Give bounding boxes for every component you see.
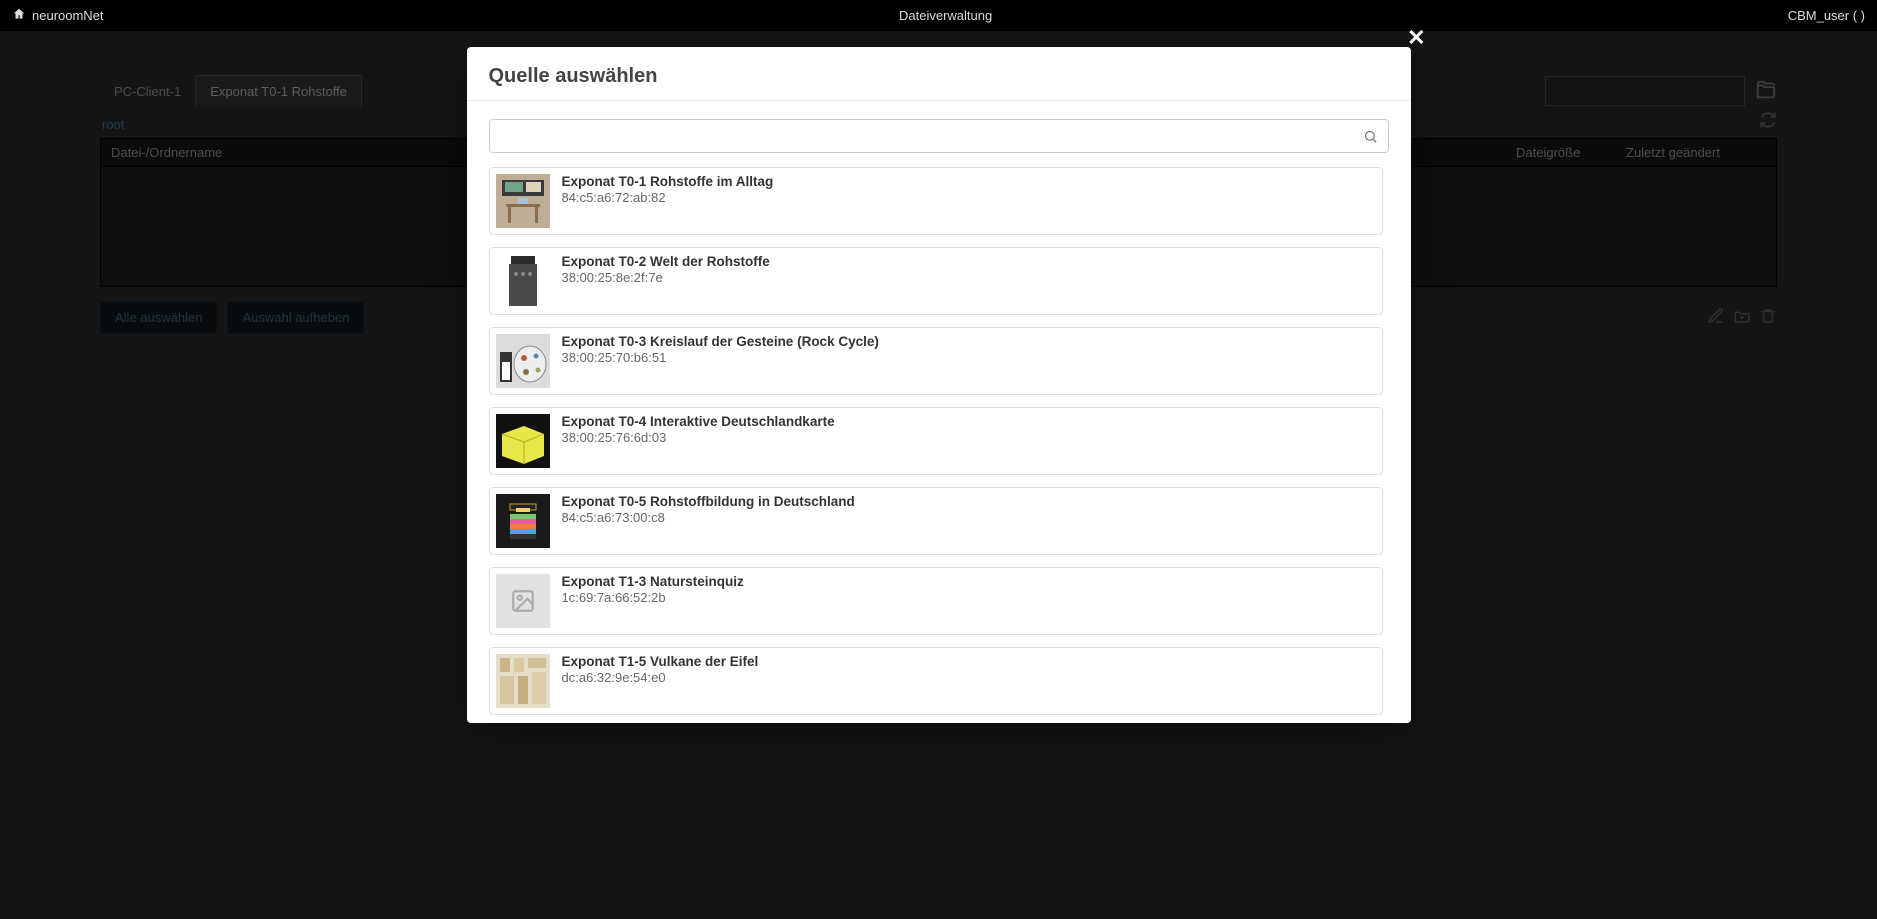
source-item-title: Exponat T0-2 Welt der Rohstoffe: [562, 254, 770, 269]
source-list[interactable]: Exponat T0-1 Rohstoffe im Alltag84:c5:a6…: [489, 167, 1389, 723]
user-label[interactable]: CBM_user ( ): [1788, 8, 1865, 23]
thumbnail-icon: [496, 254, 550, 308]
source-item-mac: 1c:69:7a:66:52:2b: [562, 590, 744, 605]
source-item[interactable]: Exponat T1-5 Vulkane der Eifeldc:a6:32:9…: [489, 647, 1383, 715]
source-item-title: Exponat T1-5 Vulkane der Eifel: [562, 654, 759, 669]
page-title: Dateiverwaltung: [104, 8, 1788, 23]
source-item-title: Exponat T0-4 Interaktive Deutschlandkart…: [562, 414, 835, 429]
source-item-title: Exponat T0-1 Rohstoffe im Alltag: [562, 174, 774, 189]
image-placeholder-icon: [496, 574, 550, 628]
modal-title: Quelle auswählen: [467, 47, 1411, 101]
close-icon[interactable]: ✕: [1407, 27, 1425, 49]
thumbnail-icon: [496, 414, 550, 468]
brand-label[interactable]: neuroomNet: [32, 8, 104, 23]
thumbnail-icon: [496, 174, 550, 228]
source-item[interactable]: Exponat T0-5 Rohstoffbildung in Deutschl…: [489, 487, 1383, 555]
modal-search-wrap: [489, 119, 1389, 153]
source-item-mac: 38:00:25:76:6d:03: [562, 430, 835, 445]
source-item-title: Exponat T1-3 Natursteinquiz: [562, 574, 744, 589]
modal-search-input[interactable]: [490, 120, 1354, 152]
source-item[interactable]: Exponat T1-3 Natursteinquiz1c:69:7a:66:5…: [489, 567, 1383, 635]
thumbnail-icon: [496, 334, 550, 388]
source-item[interactable]: Exponat T0-3 Kreislauf der Gesteine (Roc…: [489, 327, 1383, 395]
source-item-title: Exponat T0-5 Rohstoffbildung in Deutschl…: [562, 494, 855, 509]
thumbnail-icon: [496, 654, 550, 708]
search-icon[interactable]: [1354, 120, 1388, 152]
source-item[interactable]: Exponat T0-2 Welt der Rohstoffe38:00:25:…: [489, 247, 1383, 315]
source-item-mac: 38:00:25:70:b6:51: [562, 350, 879, 365]
source-item-mac: 84:c5:a6:72:ab:82: [562, 190, 774, 205]
top-bar: neuroomNet Dateiverwaltung CBM_user ( ): [0, 0, 1877, 31]
thumbnail-icon: [496, 494, 550, 548]
source-item-title: Exponat T0-3 Kreislauf der Gesteine (Roc…: [562, 334, 879, 349]
source-item-mac: dc:a6:32:9e:54:e0: [562, 670, 759, 685]
source-item-mac: 84:c5:a6:73:00:c8: [562, 510, 855, 525]
source-item[interactable]: Exponat T0-1 Rohstoffe im Alltag84:c5:a6…: [489, 167, 1383, 235]
source-select-modal: ✕ Quelle auswählen Exponat T0-1 Rohstoff…: [467, 47, 1411, 723]
source-item[interactable]: Exponat T0-4 Interaktive Deutschlandkart…: [489, 407, 1383, 475]
home-icon[interactable]: [12, 7, 26, 24]
source-item-mac: 38:00:25:8e:2f:7e: [562, 270, 770, 285]
